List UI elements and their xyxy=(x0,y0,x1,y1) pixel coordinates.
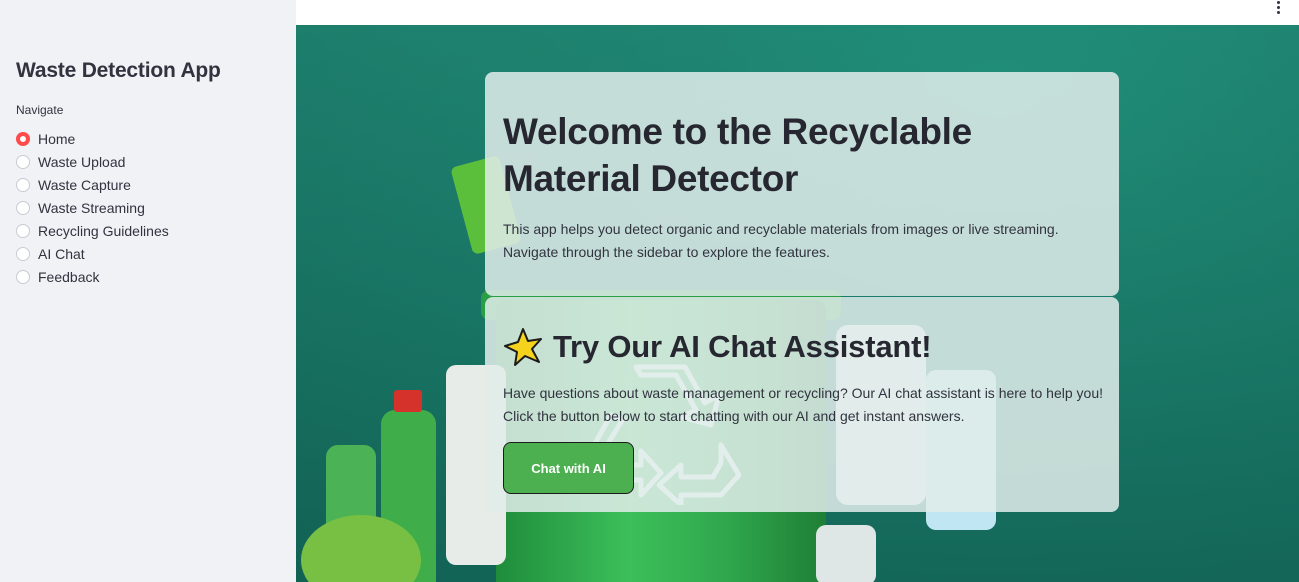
sidebar: Waste Detection App Navigate Home Waste … xyxy=(0,0,296,582)
sidebar-title: Waste Detection App xyxy=(16,59,221,82)
main-content: Welcome to the Recyclable Material Detec… xyxy=(296,25,1299,582)
nav-label: Navigate xyxy=(16,103,64,117)
radio-icon[interactable] xyxy=(16,154,30,169)
radio-selected-icon[interactable] xyxy=(16,131,30,146)
nav-item-label: Feedback xyxy=(38,268,100,285)
nav-item-ai-chat[interactable]: AI Chat xyxy=(16,242,169,265)
ai-chat-description: Have questions about waste management or… xyxy=(503,385,1103,424)
nav-item-feedback[interactable]: Feedback xyxy=(16,265,169,288)
nav-radio-group: Home Waste Upload Waste Capture Waste St… xyxy=(16,127,169,288)
welcome-description: This app helps you detect organic and re… xyxy=(503,221,1059,260)
nav-item-waste-streaming[interactable]: Waste Streaming xyxy=(16,196,169,219)
radio-icon[interactable] xyxy=(16,246,30,261)
radio-icon[interactable] xyxy=(16,223,30,238)
star-icon xyxy=(504,328,542,366)
chat-with-ai-button[interactable]: Chat with AI xyxy=(503,442,634,494)
nav-item-recycling-guidelines[interactable]: Recycling Guidelines xyxy=(16,219,169,242)
nav-item-home[interactable]: Home xyxy=(16,127,169,150)
welcome-title: Welcome to the Recyclable Material Detec… xyxy=(503,111,972,199)
ai-chat-title: Try Our AI Chat Assistant! xyxy=(553,329,932,364)
nav-item-label: Waste Capture xyxy=(38,176,131,193)
background-bottle xyxy=(816,525,876,582)
nav-item-waste-capture[interactable]: Waste Capture xyxy=(16,173,169,196)
more-vertical-icon[interactable] xyxy=(1271,0,1285,14)
radio-icon[interactable] xyxy=(16,269,30,284)
top-header xyxy=(296,0,1299,25)
nav-item-label: Waste Upload xyxy=(38,153,126,170)
nav-item-label: Recycling Guidelines xyxy=(38,222,169,239)
nav-item-label: Waste Streaming xyxy=(38,199,145,216)
radio-icon[interactable] xyxy=(16,177,30,192)
ai-chat-card: Try Our AI Chat Assistant! Have question… xyxy=(485,297,1119,512)
radio-icon[interactable] xyxy=(16,200,30,215)
background-bottle-cap xyxy=(394,390,422,412)
nav-item-label: Home xyxy=(38,130,76,147)
ai-chat-heading: Try Our AI Chat Assistant! xyxy=(503,327,932,367)
nav-item-waste-upload[interactable]: Waste Upload xyxy=(16,150,169,173)
nav-item-label: AI Chat xyxy=(38,245,85,262)
welcome-card: Welcome to the Recyclable Material Detec… xyxy=(485,72,1119,296)
